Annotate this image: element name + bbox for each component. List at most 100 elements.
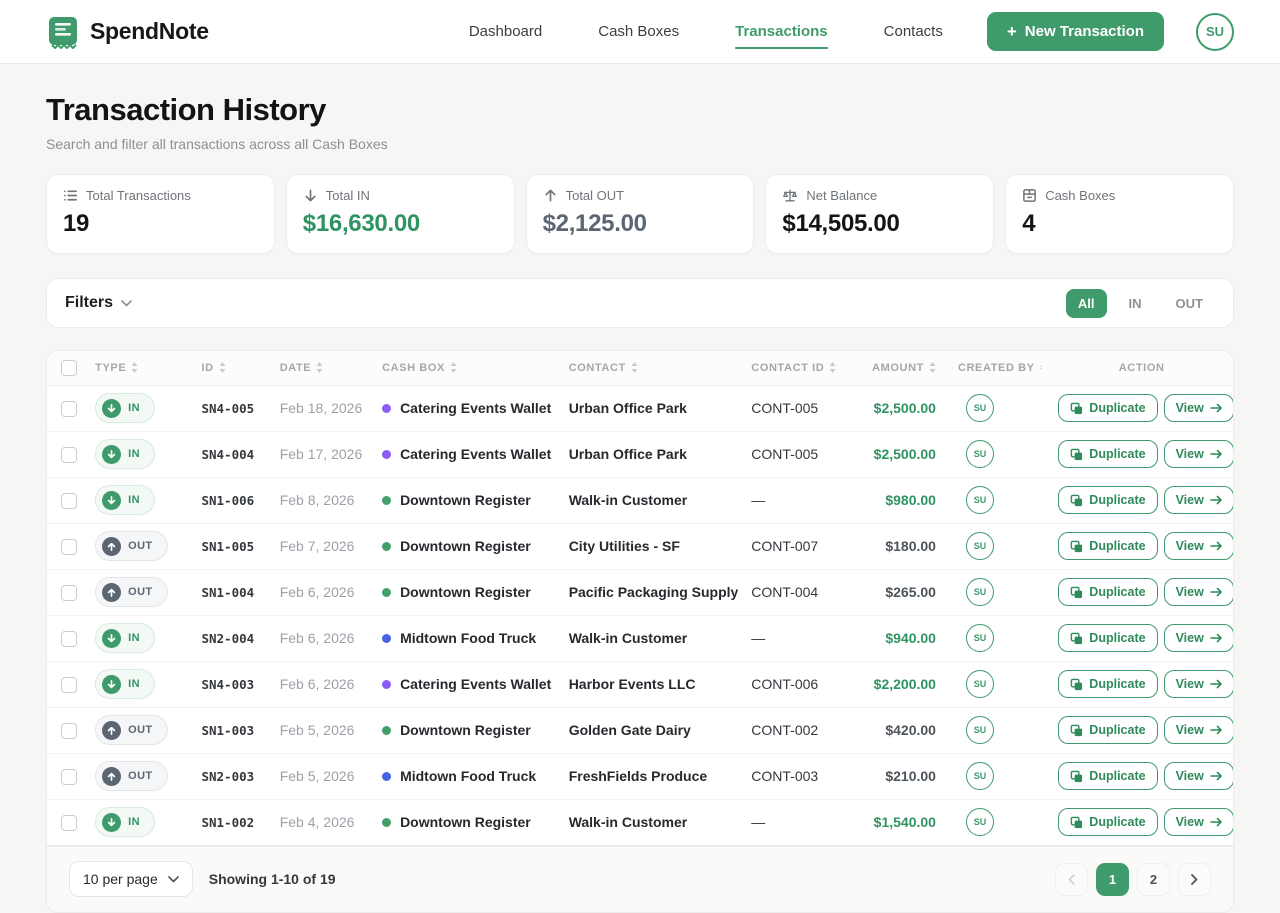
arrow-down-circle-icon (102, 629, 121, 648)
view-label: View (1176, 401, 1204, 415)
column-header-type[interactable]: Type (95, 362, 126, 374)
column-header-cash-box[interactable]: Cash Box (382, 362, 445, 374)
view-button[interactable]: View (1164, 762, 1233, 790)
copy-icon (1070, 770, 1083, 783)
column-header-created-by[interactable]: Created By (958, 362, 1035, 374)
transaction-id: SN4-005 (193, 385, 271, 431)
new-transaction-label: New Transaction (1025, 23, 1144, 40)
duplicate-button[interactable]: Duplicate (1058, 486, 1157, 514)
duplicate-label: Duplicate (1089, 631, 1145, 645)
duplicate-button[interactable]: Duplicate (1058, 762, 1157, 790)
row-checkbox[interactable] (61, 401, 77, 417)
duplicate-button[interactable]: Duplicate (1058, 808, 1157, 836)
cashbox-name: Downtown Register (400, 722, 531, 738)
creator-avatar: SU (966, 808, 994, 836)
view-button[interactable]: View (1164, 716, 1233, 744)
transaction-amount: $940.00 (848, 615, 944, 661)
view-button[interactable]: View (1164, 578, 1233, 606)
nav-item-transactions[interactable]: Transactions (735, 2, 828, 61)
sort-icon (1040, 362, 1043, 373)
copy-icon (1070, 724, 1083, 737)
duplicate-button[interactable]: Duplicate (1058, 532, 1157, 560)
row-checkbox[interactable] (61, 631, 77, 647)
prev-page-button[interactable] (1055, 863, 1088, 896)
contact-id: CONT-005 (743, 431, 847, 477)
transaction-amount: $1,540.00 (848, 799, 944, 845)
contact-name: Pacific Packaging Supply (561, 569, 744, 615)
duplicate-button[interactable]: Duplicate (1058, 716, 1157, 744)
view-button[interactable]: View (1164, 394, 1233, 422)
duplicate-button[interactable]: Duplicate (1058, 670, 1157, 698)
transaction-id: SN1-006 (193, 477, 271, 523)
filter-tab-all[interactable]: All (1066, 289, 1107, 318)
view-button[interactable]: View (1164, 624, 1233, 652)
view-button[interactable]: View (1164, 440, 1233, 468)
column-header-contact[interactable]: Contact (569, 362, 626, 374)
row-checkbox[interactable] (61, 769, 77, 785)
filter-tab-in[interactable]: IN (1117, 289, 1154, 318)
column-header-id[interactable]: ID (201, 362, 213, 374)
type-badge-out: OUT (95, 715, 167, 745)
cashbox-name: Downtown Register (400, 584, 531, 600)
new-transaction-button[interactable]: + New Transaction (987, 12, 1164, 51)
column-header-contact-id[interactable]: Contact ID (751, 362, 824, 374)
stat-card-total-out: Total OUT $2,125.00 (526, 174, 755, 254)
stat-label: Total Transactions (86, 188, 191, 203)
stat-value: $2,125.00 (543, 210, 738, 238)
creator-avatar: SU (966, 532, 994, 560)
next-page-button[interactable] (1178, 863, 1211, 896)
per-page-select[interactable]: 10 per page (69, 861, 193, 897)
filters-toggle[interactable]: Filters (65, 294, 132, 312)
row-checkbox[interactable] (61, 493, 77, 509)
view-button[interactable]: View (1164, 532, 1233, 560)
main-nav: Dashboard Cash Boxes Transactions Contac… (469, 2, 943, 61)
chevron-down-icon (121, 300, 132, 307)
select-all-checkbox[interactable] (61, 360, 77, 376)
row-checkbox[interactable] (61, 677, 77, 693)
row-checkbox[interactable] (61, 539, 77, 555)
duplicate-button[interactable]: Duplicate (1058, 624, 1157, 652)
column-header-date[interactable]: Date (280, 362, 312, 374)
duplicate-button[interactable]: Duplicate (1058, 394, 1157, 422)
transaction-id: SN4-003 (193, 661, 271, 707)
type-badge-in: IN (95, 669, 155, 699)
contact-id: CONT-004 (743, 569, 847, 615)
contact-name: Urban Office Park (561, 431, 744, 477)
duplicate-label: Duplicate (1089, 815, 1145, 829)
view-button[interactable]: View (1164, 670, 1233, 698)
cashbox-dot-icon (382, 634, 391, 643)
nav-item-dashboard[interactable]: Dashboard (469, 2, 542, 61)
type-label: IN (128, 816, 140, 828)
duplicate-button[interactable]: Duplicate (1058, 578, 1157, 606)
row-checkbox[interactable] (61, 723, 77, 739)
view-label: View (1176, 447, 1204, 461)
type-badge-out: OUT (95, 531, 167, 561)
receipt-icon (46, 15, 80, 49)
row-checkbox[interactable] (61, 815, 77, 831)
brand[interactable]: SpendNote (46, 15, 209, 49)
transaction-id: SN4-004 (193, 431, 271, 477)
column-header-amount[interactable]: Amount (872, 362, 924, 374)
type-badge-in: IN (95, 623, 155, 653)
page-button-2[interactable]: 2 (1137, 863, 1170, 896)
nav-item-contacts[interactable]: Contacts (884, 2, 943, 61)
duplicate-label: Duplicate (1089, 585, 1145, 599)
scale-icon (782, 188, 798, 203)
row-checkbox[interactable] (61, 447, 77, 463)
duplicate-button[interactable]: Duplicate (1058, 440, 1157, 468)
row-checkbox[interactable] (61, 585, 77, 601)
user-avatar[interactable]: SU (1196, 13, 1234, 51)
page-button-1[interactable]: 1 (1096, 863, 1129, 896)
stat-label: Cash Boxes (1045, 188, 1115, 203)
contact-name: FreshFields Produce (561, 753, 744, 799)
arrow-up-icon (543, 188, 558, 203)
view-button[interactable]: View (1164, 486, 1233, 514)
filter-tab-out[interactable]: OUT (1164, 289, 1215, 318)
view-label: View (1176, 539, 1204, 553)
sort-icon (450, 362, 457, 373)
nav-item-cash-boxes[interactable]: Cash Boxes (598, 2, 679, 61)
view-button[interactable]: View (1164, 808, 1233, 836)
transactions-table-card: Type ID Date Cash Box Contact Contact ID… (46, 350, 1234, 913)
transaction-date: Feb 17, 2026 (272, 431, 374, 477)
arrow-right-icon (1210, 449, 1222, 459)
